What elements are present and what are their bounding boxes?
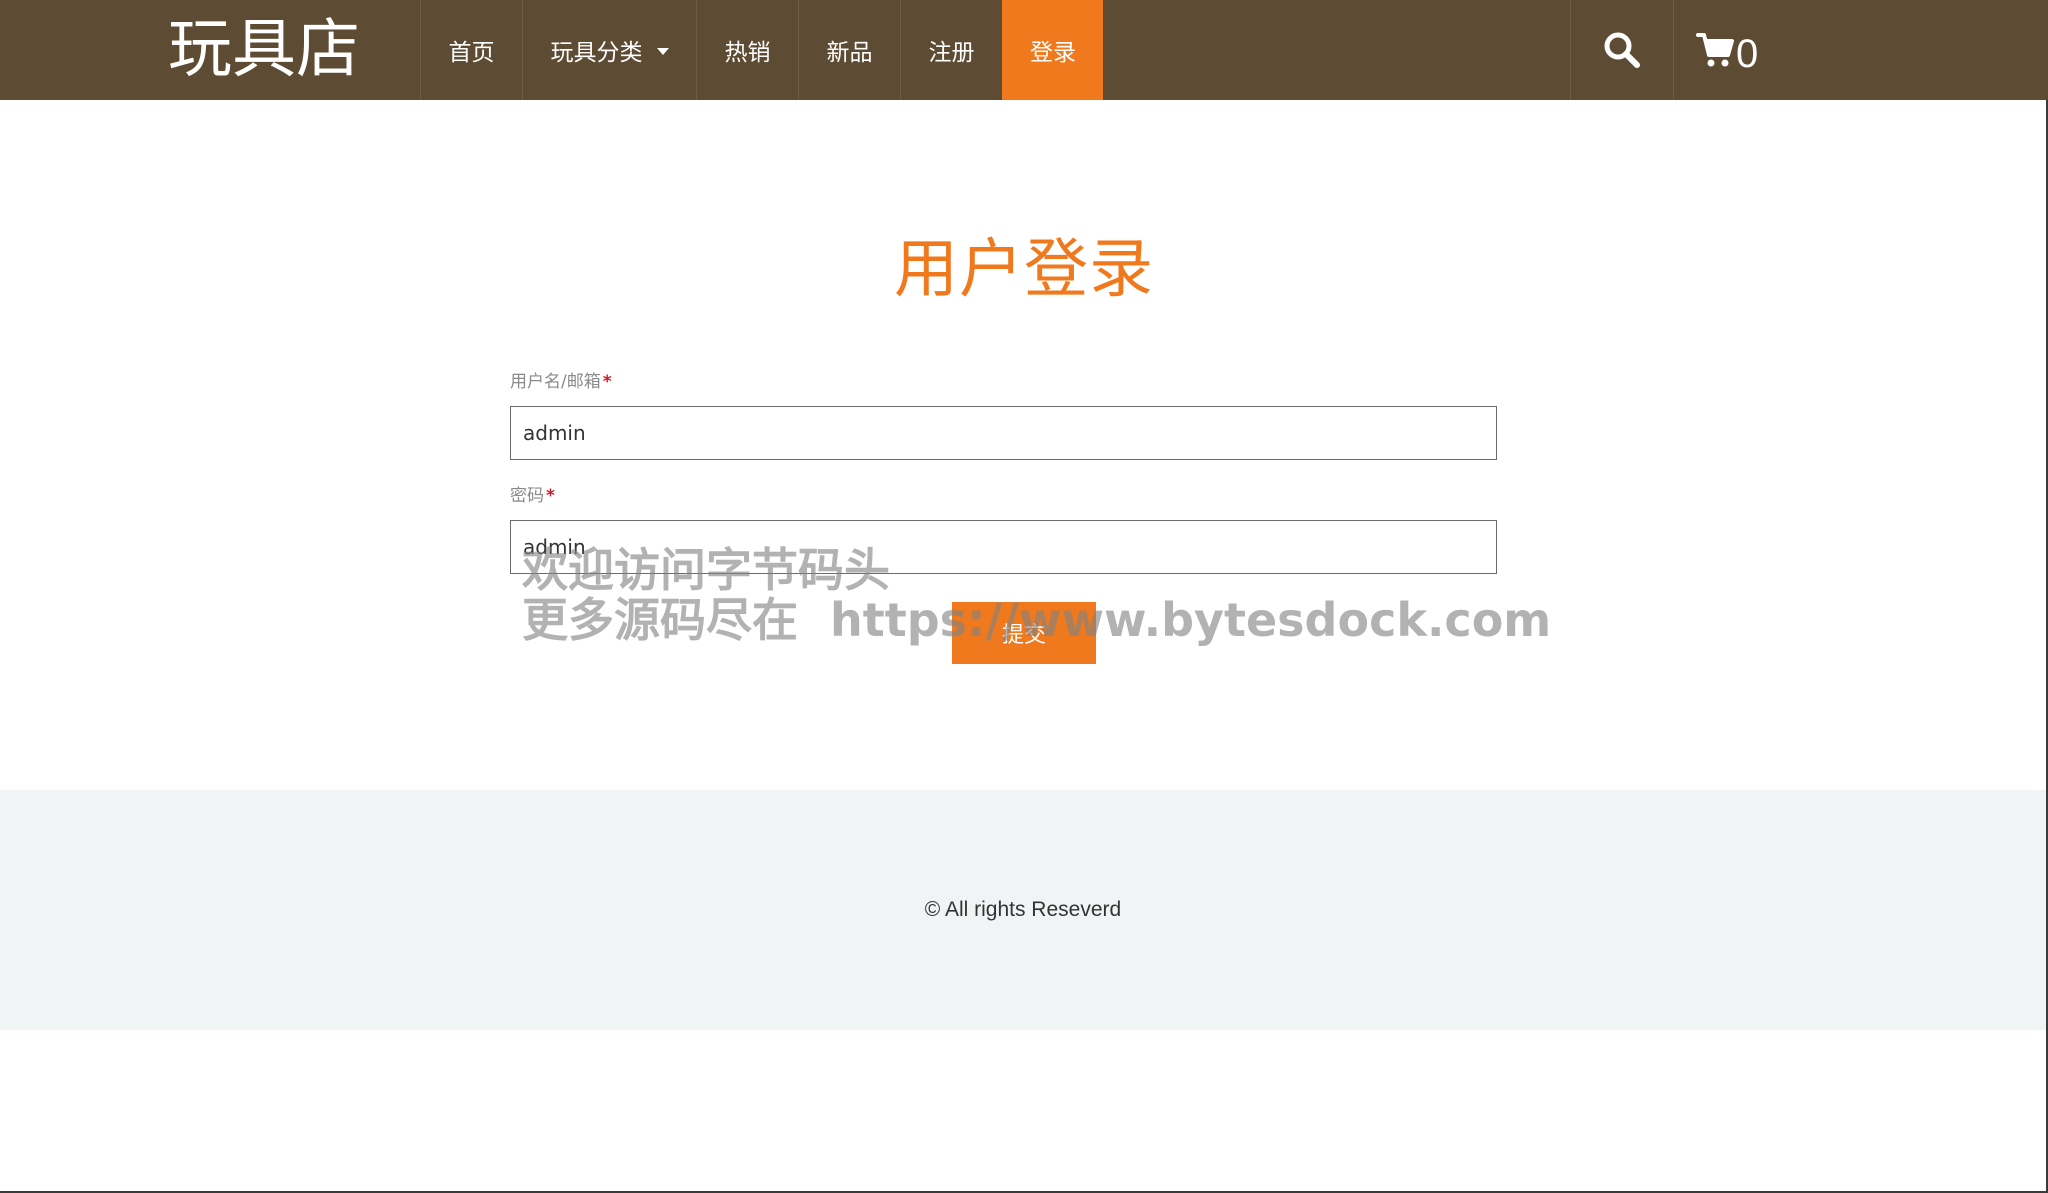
nav-item-categories[interactable]: 玩具分类 (522, 0, 696, 100)
page: 玩具店 首页 玩具分类 热销 新品 注册 登录 0 用户登录 用户名/邮箱 * … (0, 0, 2048, 1193)
login-form: 用户名/邮箱* 密码* (510, 370, 1497, 574)
nav-item-label: 登录 (1030, 40, 1076, 66)
submit-button[interactable]: 提交 (952, 602, 1096, 664)
footer: © All rights Reseverd (0, 790, 2046, 1030)
required-mark: * (546, 486, 555, 506)
nav-item-home[interactable]: 首页 (420, 0, 522, 100)
password-label: 密码 * (510, 484, 1497, 508)
nav-item-label: 首页 (448, 40, 495, 66)
username-field-group: 用户名/邮箱 * (510, 370, 1497, 460)
cart-icon (1696, 33, 1734, 67)
password-input[interactable] (510, 520, 1497, 574)
nav-item-label: 新品 (826, 40, 873, 66)
caret-down-icon (656, 47, 669, 55)
password-label-text: 密码 (510, 486, 544, 506)
cart-count: 0 (1736, 31, 1759, 76)
site-logo[interactable]: 玩具店 (168, 4, 360, 96)
search-button[interactable] (1570, 0, 1674, 100)
username-input[interactable] (510, 406, 1497, 460)
password-field-group: 密码 * (510, 484, 1497, 574)
username-label: 用户名/邮箱 * (510, 370, 1497, 394)
nav-item-hot[interactable]: 热销 (696, 0, 798, 100)
header-actions: 0 (1570, 0, 1758, 100)
nav-item-login[interactable]: 登录 (1002, 0, 1103, 100)
nav-item-label: 玩具分类 (550, 40, 643, 66)
main-nav: 首页 玩具分类 热销 新品 注册 登录 (420, 0, 1103, 100)
nav-item-new[interactable]: 新品 (798, 0, 900, 100)
nav-item-register[interactable]: 注册 (900, 0, 1002, 100)
search-icon (1604, 32, 1640, 68)
top-navbar: 玩具店 首页 玩具分类 热销 新品 注册 登录 0 (0, 0, 2048, 100)
cart-button[interactable]: 0 (1674, 0, 1758, 100)
nav-item-label: 注册 (928, 40, 975, 66)
username-label-text: 用户名/邮箱 (510, 372, 601, 392)
page-title: 用户登录 (894, 233, 1154, 307)
copyright-text: © All rights Reseverd (924, 898, 1122, 921)
required-mark: * (602, 372, 612, 392)
nav-item-label: 热销 (724, 40, 771, 66)
